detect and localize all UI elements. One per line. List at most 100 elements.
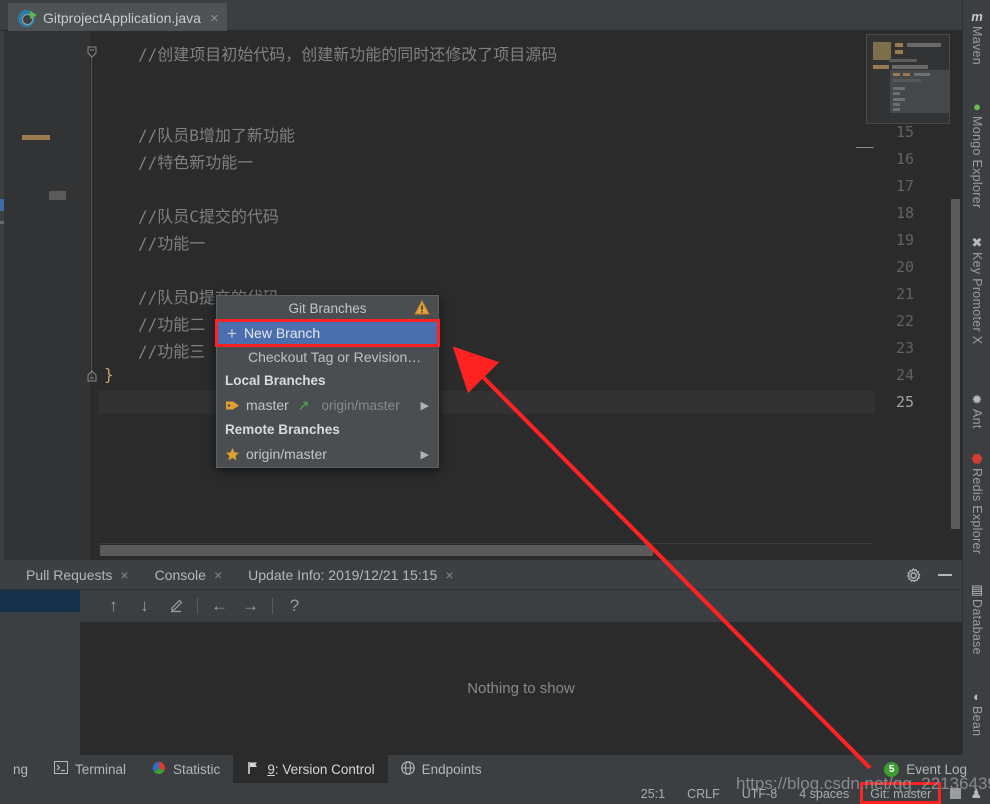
sidebar-item-key-promoter-x[interactable]: ✖ Key Promoter X xyxy=(963,236,990,344)
arrow-up-icon[interactable]: ↑ xyxy=(98,593,129,619)
local-branches-heading: Local Branches xyxy=(225,373,326,388)
editor-vertical-scrollbar[interactable] xyxy=(951,199,960,529)
menu-item-new-branch-label: New Branch xyxy=(243,325,321,341)
close-icon[interactable]: × xyxy=(210,10,219,27)
status-line-separator[interactable]: CRLF xyxy=(676,787,731,801)
code-line: //队员C提交的代码 xyxy=(138,207,279,226)
popup-title-bar: Git Branches xyxy=(217,296,438,321)
editor-tab-gitprojectapplication[interactable]: GitprojectApplication.java × xyxy=(8,3,227,31)
code-editor[interactable]: 12 13 14 15 16 17 18 19 20 21 22 23 24 2… xyxy=(0,31,962,560)
sidebar-item-label: Bean xyxy=(970,706,984,737)
sidebar-item-label: Key Promoter X xyxy=(970,252,984,345)
minimap-row xyxy=(893,92,900,95)
menu-item-new-branch[interactable]: + New Branch xyxy=(215,319,440,347)
minimize-icon[interactable] xyxy=(938,574,952,576)
sidebar-item-redis-explorer[interactable]: ⬣ Redis Explorer xyxy=(963,452,990,554)
tool-strip-item-statistic[interactable]: Statistic xyxy=(139,755,233,783)
empty-state-label: Nothing to show xyxy=(467,680,575,697)
watermark-url: https://blog.csdn.net/qq_22136439 xyxy=(736,774,990,793)
tool-strip-label: 9: Version Control xyxy=(267,761,375,777)
warning-triangle-icon[interactable] xyxy=(414,299,430,315)
edit-pencil-icon[interactable] xyxy=(160,593,191,619)
minimap-block xyxy=(895,50,903,54)
tool-strip-item-terminal[interactable]: Terminal xyxy=(41,755,139,783)
pull-requests-list-selected-row[interactable] xyxy=(0,590,80,612)
help-icon[interactable]: ? xyxy=(279,593,310,619)
bean-icon: ◐ xyxy=(973,689,981,704)
chevron-right-icon[interactable]: ▶ xyxy=(421,399,429,412)
tool-tab-label: Console xyxy=(154,566,206,583)
tool-strip-item-ng[interactable]: ng xyxy=(0,755,41,783)
minimap-row xyxy=(914,73,930,76)
arrow-right-icon[interactable]: → xyxy=(235,593,266,619)
code-line: //功能一 xyxy=(138,234,206,253)
code-line: //功能三 xyxy=(138,342,206,361)
line-number-gutter[interactable] xyxy=(4,31,90,560)
sidebar-item-mongo-explorer[interactable]: ● Mongo Explorer xyxy=(963,100,990,208)
close-icon[interactable]: × xyxy=(214,567,222,583)
editor-horizontal-scroll-track[interactable] xyxy=(98,543,872,558)
arrow-left-icon[interactable]: ← xyxy=(204,593,235,619)
endpoints-icon xyxy=(400,760,415,778)
arrow-up-right-icon: ↗ xyxy=(297,396,310,413)
toolbar-separator xyxy=(272,598,273,614)
branch-name-label: origin/master xyxy=(246,446,327,462)
minimap-row xyxy=(893,79,921,82)
menu-item-checkout-label: Checkout Tag or Revision… xyxy=(248,349,422,365)
tool-window-actions xyxy=(906,560,952,590)
tool-window-tab-header: Pull Requests × Console × Update Info: 2… xyxy=(0,560,962,590)
tool-strip-item-endpoints[interactable]: Endpoints xyxy=(388,755,495,783)
menu-item-checkout-tag-or-revision[interactable]: Checkout Tag or Revision… xyxy=(217,345,438,369)
code-line: //功能二 xyxy=(138,315,206,334)
git-branches-popup[interactable]: Git Branches + New Branch Checkout Tag o… xyxy=(215,295,440,468)
close-icon[interactable]: × xyxy=(120,567,128,583)
sidebar-item-database[interactable]: ▤ Database xyxy=(963,583,990,655)
key-promoter-icon: ✖ xyxy=(971,235,983,250)
plus-icon: + xyxy=(227,323,237,343)
chevron-right-icon[interactable]: ▶ xyxy=(421,448,429,461)
pull-requests-list-pane[interactable] xyxy=(0,590,80,755)
status-caret-position[interactable]: 25:1 xyxy=(630,787,676,801)
sidebar-item-label: Database xyxy=(970,599,984,655)
sidebar-item-label: Ant xyxy=(970,409,984,429)
right-tool-window-bar: m Maven ● Mongo Explorer ✖ Key Promoter … xyxy=(962,0,990,755)
minimap-block-marker xyxy=(49,191,66,200)
version-control-tool-window: Pull Requests × Console × Update Info: 2… xyxy=(0,560,962,755)
editor-marker-line xyxy=(856,147,874,148)
tool-strip-label: ng xyxy=(13,761,29,777)
code-line: //队员B增加了新功能 xyxy=(138,126,295,145)
star-icon xyxy=(225,447,240,462)
branch-item-origin-master[interactable]: origin/master ▶ xyxy=(217,441,438,467)
minimap-block xyxy=(907,43,941,47)
sidebar-item-label: Redis Explorer xyxy=(970,468,984,555)
mongo-leaf-icon: ● xyxy=(973,99,981,114)
tool-tab-console[interactable]: Console × xyxy=(155,567,223,583)
pull-requests-toolbar: ↑ ↓ ← → ? xyxy=(80,590,962,622)
tool-strip-label: Endpoints xyxy=(421,761,482,777)
sidebar-item-ant[interactable]: ✹ Ant xyxy=(963,393,990,429)
code-line: //特色新功能一 xyxy=(138,153,254,172)
editor-horizontal-scrollbar[interactable] xyxy=(100,545,653,556)
close-icon[interactable]: × xyxy=(445,567,453,583)
ant-icon: ✹ xyxy=(971,392,983,407)
sidebar-item-maven[interactable]: m Maven xyxy=(963,10,990,65)
arrow-down-icon[interactable]: ↓ xyxy=(129,593,160,619)
minimap-block xyxy=(892,65,928,69)
maven-icon: m xyxy=(971,9,983,24)
branch-item-master[interactable]: master ↗ origin/master ▶ xyxy=(217,392,438,418)
minimap-block xyxy=(873,42,891,60)
tool-tab-update-info[interactable]: Update Info: 2019/12/21 15:15 × xyxy=(248,567,453,583)
fold-marker-collapse-icon[interactable] xyxy=(86,45,98,58)
editor-tab-bar: GitprojectApplication.java × xyxy=(0,0,962,31)
redis-icon: ⬣ xyxy=(971,451,983,466)
tool-tab-pull-requests[interactable]: Pull Requests × xyxy=(26,567,129,583)
empty-state: Nothing to show xyxy=(80,622,962,755)
sidebar-item-label: Maven xyxy=(970,26,984,66)
gear-icon[interactable] xyxy=(906,567,921,583)
fold-marker-expand-icon[interactable] xyxy=(86,369,98,382)
tool-strip-label: Terminal xyxy=(75,761,127,777)
minimap-row xyxy=(893,103,900,106)
sidebar-item-bean[interactable]: ◐ Bean xyxy=(963,690,990,736)
tool-strip-item-version-control[interactable]: 9: Version Control xyxy=(233,755,388,783)
branch-name-label: master xyxy=(246,397,289,413)
